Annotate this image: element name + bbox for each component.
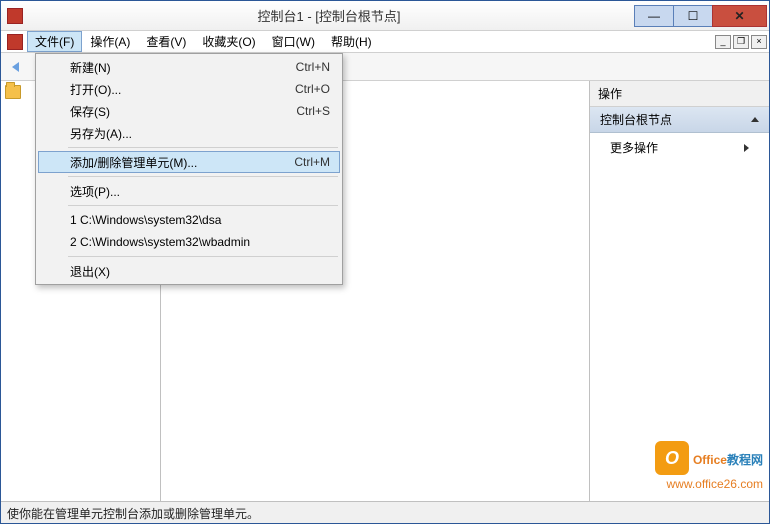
system-menu-icon[interactable] xyxy=(7,34,23,50)
statusbar: 使你能在管理单元控制台添加或删除管理单元。 xyxy=(1,501,769,523)
mdi-restore-button[interactable]: ❐ xyxy=(733,35,749,49)
menu-separator xyxy=(68,176,338,177)
file-menu-dropdown: 新建(N) Ctrl+N 打开(O)... Ctrl+O 保存(S) Ctrl+… xyxy=(35,53,343,285)
menu-separator xyxy=(68,205,338,206)
menu-item-options[interactable]: 选项(P)... xyxy=(38,180,340,202)
window-controls: — ☐ ✕ xyxy=(635,5,767,27)
menu-item-shortcut: Ctrl+M xyxy=(294,155,330,169)
menu-item-shortcut: Ctrl+N xyxy=(296,60,330,74)
menu-item-label: 1 C:\Windows\system32\dsa xyxy=(70,213,330,227)
menu-window[interactable]: 窗口(W) xyxy=(264,31,323,52)
main-window: 控制台1 - [控制台根节点] — ☐ ✕ 文件(F) 操作(A) 查看(V) … xyxy=(0,0,770,524)
folder-icon xyxy=(5,85,21,99)
actions-section[interactable]: 控制台根节点 xyxy=(590,107,769,133)
arrow-left-icon xyxy=(12,62,19,72)
menu-item-label: 另存为(A)... xyxy=(70,125,330,142)
actions-header: 操作 xyxy=(590,81,769,107)
close-button[interactable]: ✕ xyxy=(712,5,767,27)
menu-item-label: 退出(X) xyxy=(70,263,330,280)
menu-item-recent-1[interactable]: 1 C:\Windows\system32\dsa xyxy=(38,209,340,231)
actions-section-label: 控制台根节点 xyxy=(600,111,672,128)
menu-item-shortcut: Ctrl+O xyxy=(295,82,330,96)
actions-more[interactable]: 更多操作 xyxy=(590,133,769,162)
menu-favorites[interactable]: 收藏夹(O) xyxy=(194,31,263,52)
menu-view[interactable]: 查看(V) xyxy=(138,31,194,52)
menu-item-exit[interactable]: 退出(X) xyxy=(38,260,340,282)
minimize-button[interactable]: — xyxy=(634,5,674,27)
actions-panel: 操作 控制台根节点 更多操作 xyxy=(589,81,769,501)
maximize-button[interactable]: ☐ xyxy=(673,5,713,27)
menu-item-label: 添加/删除管理单元(M)... xyxy=(70,154,274,171)
menu-item-label: 新建(N) xyxy=(70,59,276,76)
menu-help[interactable]: 帮助(H) xyxy=(323,31,380,52)
watermark-url: www.office26.com xyxy=(667,477,764,491)
menu-item-recent-2[interactable]: 2 C:\Windows\system32\wbadmin xyxy=(38,231,340,253)
titlebar[interactable]: 控制台1 - [控制台根节点] — ☐ ✕ xyxy=(1,1,769,31)
window-title: 控制台1 - [控制台根节点] xyxy=(23,6,635,25)
menu-separator xyxy=(68,256,338,257)
collapse-icon xyxy=(751,117,759,122)
chevron-right-icon xyxy=(744,144,749,152)
back-button[interactable] xyxy=(5,57,25,77)
menu-action[interactable]: 操作(A) xyxy=(82,31,138,52)
actions-more-label: 更多操作 xyxy=(610,139,658,156)
menu-file[interactable]: 文件(F) xyxy=(27,31,82,52)
menu-item-save[interactable]: 保存(S) Ctrl+S xyxy=(38,100,340,122)
menu-item-label: 2 C:\Windows\system32\wbadmin xyxy=(70,235,330,249)
menu-item-label: 保存(S) xyxy=(70,103,276,120)
menu-separator xyxy=(68,147,338,148)
menu-item-saveas[interactable]: 另存为(A)... xyxy=(38,122,340,144)
menu-item-label: 选项(P)... xyxy=(70,183,330,200)
menu-item-open[interactable]: 打开(O)... Ctrl+O xyxy=(38,78,340,100)
menu-item-add-remove-snapin[interactable]: 添加/删除管理单元(M)... Ctrl+M xyxy=(38,151,340,173)
mdi-close-button[interactable]: × xyxy=(751,35,767,49)
menu-item-shortcut: Ctrl+S xyxy=(296,104,330,118)
menu-item-label: 打开(O)... xyxy=(70,81,275,98)
menubar: 文件(F) 操作(A) 查看(V) 收藏夹(O) 窗口(W) 帮助(H) _ ❐… xyxy=(1,31,769,53)
app-icon xyxy=(7,8,23,24)
mdi-minimize-button[interactable]: _ xyxy=(715,35,731,49)
mdi-controls: _ ❐ × xyxy=(713,35,767,49)
menu-item-new[interactable]: 新建(N) Ctrl+N xyxy=(38,56,340,78)
toolbar: 新建(N) Ctrl+N 打开(O)... Ctrl+O 保存(S) Ctrl+… xyxy=(1,53,769,81)
